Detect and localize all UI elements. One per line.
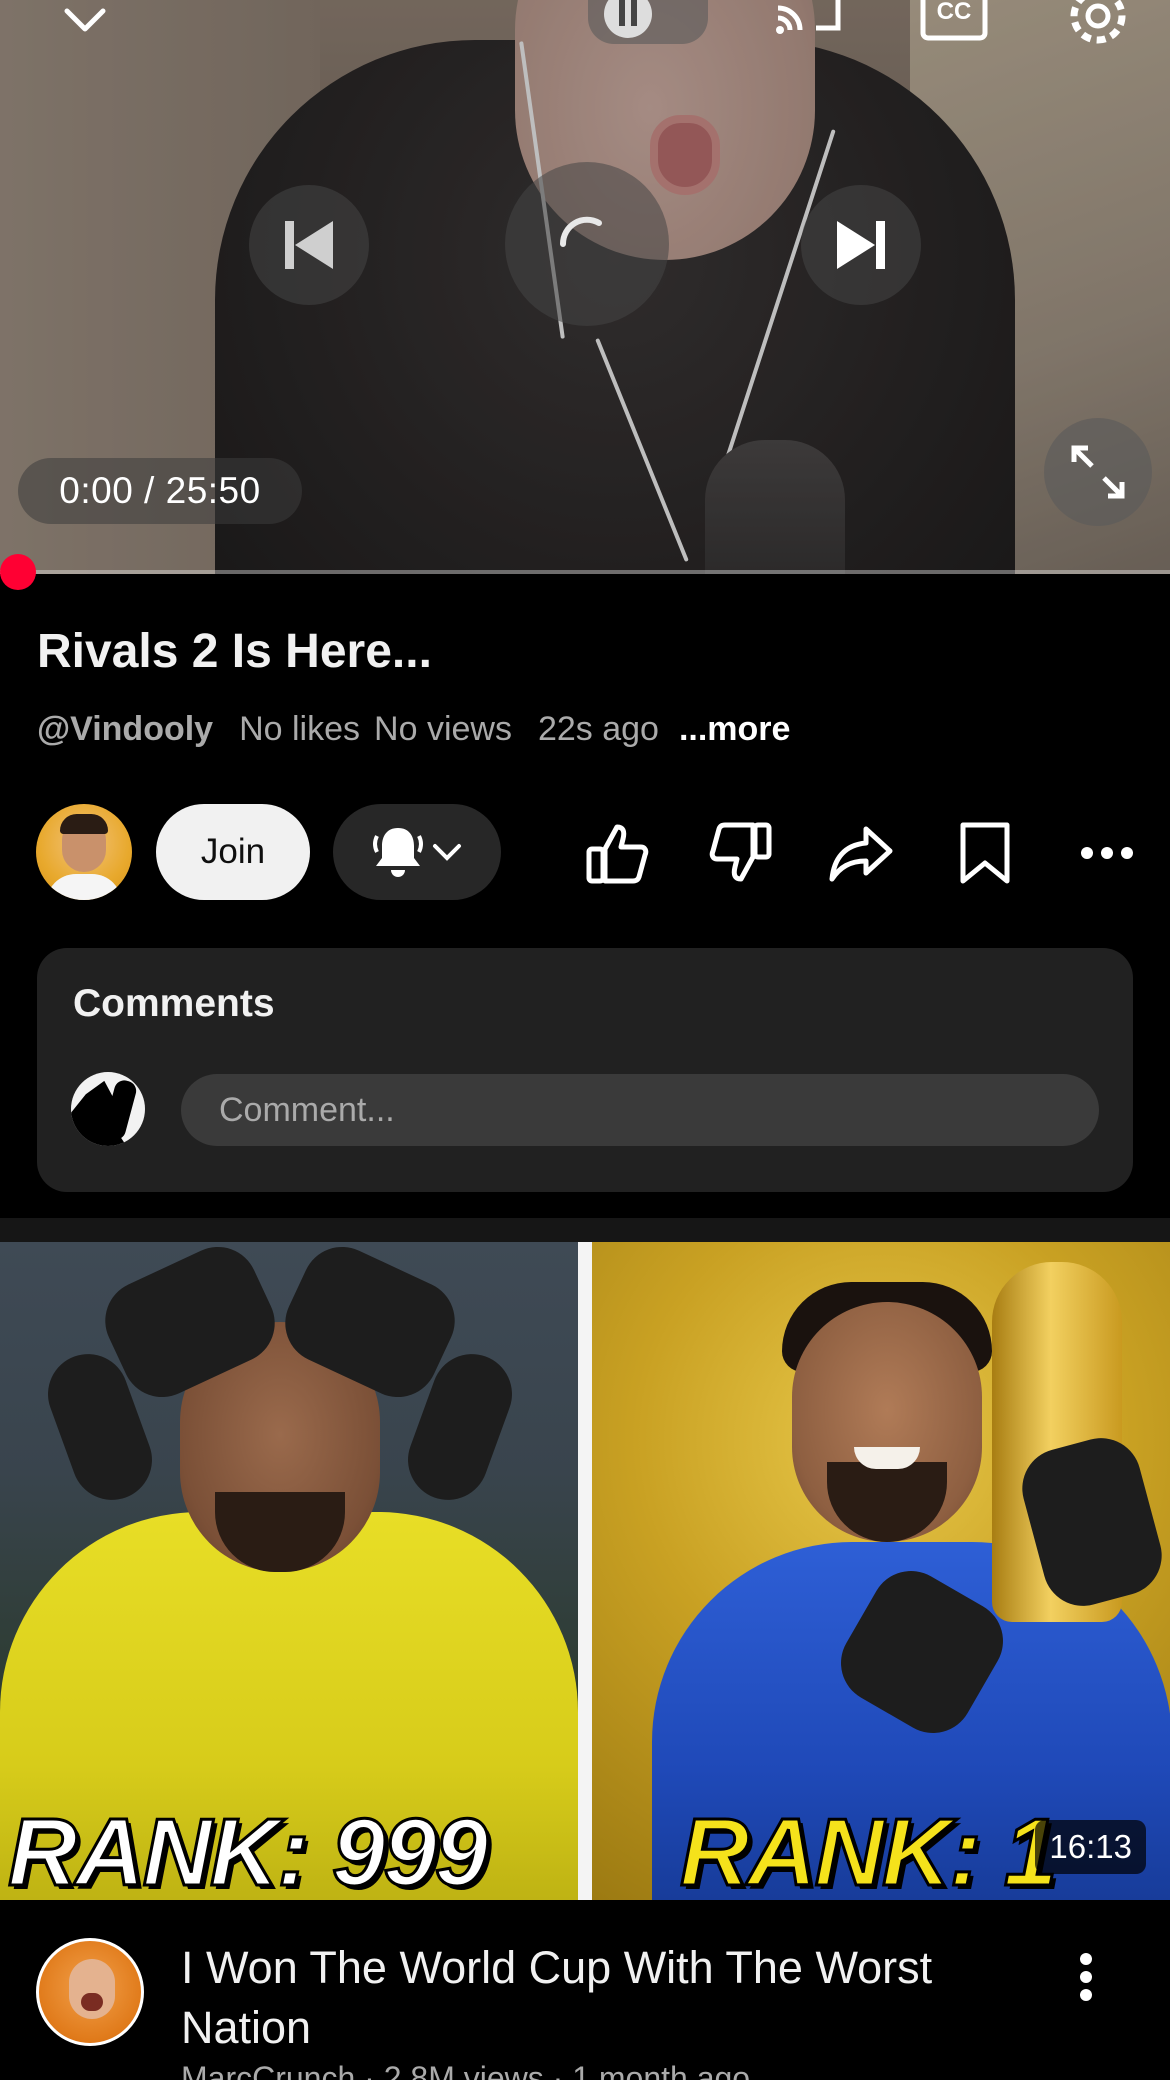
next-video-details[interactable]: I Won The World Cup With The Worst Natio… (0, 1900, 1170, 2080)
skip-next-icon (837, 221, 885, 269)
more-vertical-icon (1080, 1953, 1092, 2001)
next-video-title[interactable]: I Won The World Cup With The Worst Natio… (181, 1938, 981, 2058)
section-divider (0, 1218, 1170, 1242)
comments-card[interactable]: Comments Comment... (37, 948, 1133, 1192)
dislike-button[interactable] (708, 820, 774, 886)
user-avatar (71, 1072, 145, 1146)
next-video-meta: MarcCrunch · 2.8M views · 1 month ago (181, 2060, 751, 2080)
comments-title: Comments (73, 982, 275, 1025)
like-button[interactable] (584, 820, 650, 886)
loading-indicator (505, 162, 669, 326)
share-button[interactable] (828, 820, 894, 886)
share-icon (829, 826, 893, 882)
chevron-down-icon[interactable] (50, 0, 120, 44)
next-button[interactable] (801, 185, 921, 305)
video-meta[interactable]: @Vindooly No likes No views 22s ago ...m… (37, 710, 816, 749)
next-video-more-button[interactable] (1066, 1942, 1106, 2012)
video-title: Rivals 2 Is Here... (37, 625, 432, 678)
skip-previous-icon (285, 221, 333, 269)
progress-bar[interactable] (0, 570, 1170, 574)
more-horizontal-icon (1081, 847, 1133, 859)
thumbnail-caption-left: RANK: 999 (6, 1798, 489, 1901)
loading-spinner-icon (559, 216, 602, 247)
channel-handle[interactable]: @Vindooly (37, 710, 213, 749)
thumbs-down-icon (709, 822, 772, 882)
previous-button[interactable] (249, 185, 369, 305)
pause-toggle[interactable] (588, 0, 708, 44)
comment-input[interactable]: Comment... (181, 1074, 1099, 1146)
video-duration-badge: 16:13 (1035, 1820, 1146, 1874)
channel-avatar[interactable] (36, 804, 132, 900)
more-description-link[interactable]: ...more (679, 710, 790, 749)
pause-icon (604, 0, 652, 38)
next-channel-avatar[interactable] (36, 1938, 144, 2046)
bookmark-icon (960, 822, 1010, 884)
gear-icon[interactable] (1064, 0, 1132, 50)
view-count: No views (374, 710, 512, 748)
bell-icon (373, 828, 423, 877)
thumbnail-caption-right: RANK: 1 (678, 1798, 1058, 1901)
cast-icon[interactable] (772, 0, 846, 44)
chevron-down-icon (433, 844, 461, 861)
progress-scrubber[interactable] (0, 554, 36, 590)
video-player[interactable]: CC 0:00 / 25:50 (0, 0, 1170, 574)
like-count: No likes (239, 710, 361, 748)
save-button[interactable] (952, 820, 1018, 886)
thumbnail-divider (578, 1242, 592, 1900)
action-row: Join (0, 800, 1170, 904)
more-actions-button[interactable] (1074, 820, 1140, 886)
time-display: 0:00 / 25:50 (18, 458, 302, 524)
join-button[interactable]: Join (156, 804, 310, 900)
captions-label: CC (936, 0, 972, 25)
captions-icon[interactable]: CC (920, 0, 988, 44)
next-video-thumbnail[interactable]: RANK: 999 RANK: 1 16:13 (0, 1242, 1170, 1900)
fullscreen-button[interactable] (1044, 418, 1152, 526)
thumbs-up-icon (586, 824, 649, 884)
upload-age: 22s ago (537, 710, 659, 748)
fullscreen-icon (1071, 445, 1125, 499)
notification-button[interactable] (333, 804, 501, 900)
